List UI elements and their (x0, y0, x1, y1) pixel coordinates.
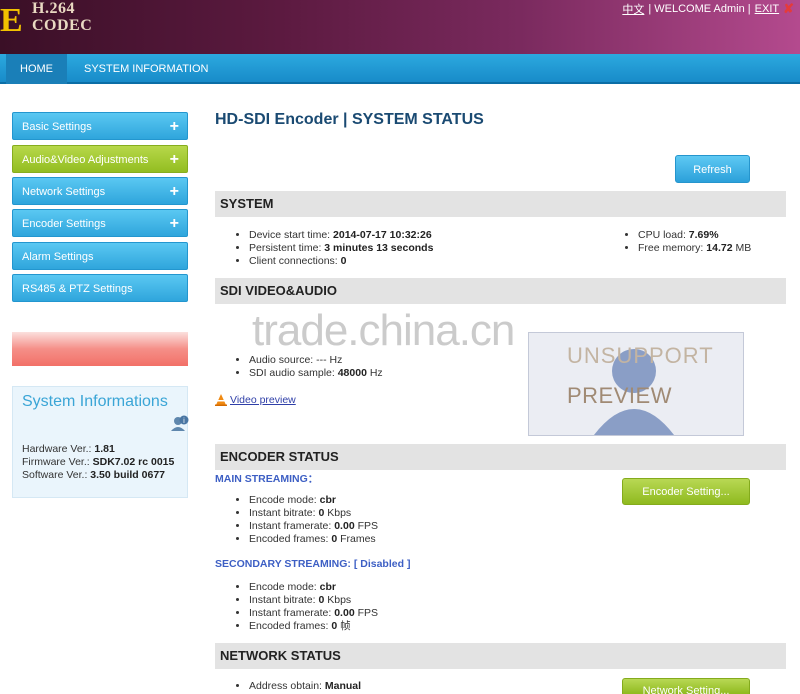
video-preview-label[interactable]: Video preview (230, 394, 296, 406)
sidebar-item-alarm-settings[interactable]: Alarm Settings (12, 242, 188, 270)
sidebar-item-label: Network Settings (22, 186, 106, 198)
sdi-list: Audio source: --- Hz SDI audio sample: 4… (215, 354, 383, 380)
watermark-text: trade.china.cn (252, 306, 515, 355)
list-item: Instant framerate: 0.00 FPS (249, 520, 378, 533)
sidebar-item-label: Encoder Settings (22, 218, 106, 230)
top-nav: HOME SYSTEM INFORMATION (0, 54, 800, 84)
list-item: Encoded frames: 0 帧 (249, 620, 378, 633)
exit-link[interactable]: EXIT (755, 3, 779, 15)
list-item: Encode mode: cbr (249, 494, 378, 507)
main-streaming-label: MAIN STREAMING： (215, 473, 319, 485)
language-link[interactable]: 中文 (622, 1, 644, 17)
list-item: Free memory: 14.72 MB (638, 242, 751, 255)
logo-line-1: H.264 (32, 0, 75, 17)
system-info-title: System Informations (22, 393, 168, 410)
list-item: Instant framerate: 0.00 FPS (249, 607, 378, 620)
sidebar-item-basic-settings[interactable]: Basic Settings + (12, 112, 188, 140)
list-item: Instant bitrate: 0 Kbps (249, 507, 378, 520)
sidebar-item-label: Alarm Settings (22, 251, 94, 263)
hardware-version: Hardware Ver.: 1.81 (22, 443, 115, 455)
list-item: Persistent time: 3 minutes 13 seconds (249, 242, 433, 255)
encoder-setting-button[interactable]: Encoder Setting... (622, 478, 750, 505)
header-banner: E H.264 CODEC 中文 | WELCOME Admin | EXIT … (0, 0, 800, 54)
sidebar-item-rs485-ptz[interactable]: RS485 & PTZ Settings (12, 274, 188, 302)
refresh-button[interactable]: Refresh (675, 155, 750, 183)
secondary-streaming-label: SECONDARY STREAMING: [ Disabled ] (215, 558, 411, 570)
network-list: Address obtain: Manual (215, 680, 361, 693)
firmware-version: Firmware Ver.: SDK7.02 rc 0015 (22, 456, 175, 468)
exit-icon[interactable]: ✘ (783, 1, 794, 17)
tab-system-information[interactable]: SYSTEM INFORMATION (70, 54, 222, 84)
main-stream-list: Encode mode: cbr Instant bitrate: 0 Kbps… (215, 494, 378, 546)
tab-home[interactable]: HOME (6, 54, 67, 84)
page-title: HD-SDI Encoder | SYSTEM STATUS (215, 111, 484, 128)
secondary-stream-list: Encode mode: cbr Instant bitrate: 0 Kbps… (215, 581, 378, 633)
list-item: Address obtain: Manual (249, 680, 361, 693)
video-preview-box: UNSUPPORT PREVIEW (528, 332, 744, 436)
system-list: Device start time: 2014-07-17 10:32:26 P… (215, 229, 433, 268)
list-item: SDI audio sample: 48000 Hz (249, 367, 383, 380)
expand-icon[interactable]: + (170, 178, 179, 206)
preview-text: PREVIEW (567, 383, 672, 408)
list-item: Encode mode: cbr (249, 581, 378, 594)
section-encoder-heading: ENCODER STATUS (215, 444, 786, 470)
section-network-heading: NETWORK STATUS (215, 643, 786, 669)
software-version: Software Ver.: 3.50 build 0677 (22, 469, 166, 481)
section-sdi-heading: SDI VIDEO&AUDIO (215, 278, 786, 304)
user-bar: 中文 | WELCOME Admin | EXIT ✘ (622, 1, 794, 17)
svg-text:i: i (183, 417, 185, 425)
expand-icon[interactable]: + (170, 113, 179, 141)
list-item: CPU load: 7.69% (638, 229, 751, 242)
sidebar-item-network-settings[interactable]: Network Settings + (12, 177, 188, 205)
expand-icon[interactable]: + (170, 146, 179, 174)
sidebar-item-label: RS485 & PTZ Settings (22, 283, 133, 295)
video-preview-link[interactable]: Video preview (215, 394, 296, 406)
user-info-icon: i (171, 415, 189, 431)
list-item: Instant bitrate: 0 Kbps (249, 594, 378, 607)
resource-list: CPU load: 7.69% Free memory: 14.72 MB (604, 229, 751, 255)
section-system-heading: SYSTEM (215, 191, 786, 217)
decorative-banner (12, 332, 188, 366)
sidebar-item-label: Audio&Video Adjustments (22, 154, 149, 166)
welcome-text: | WELCOME Admin | (648, 3, 751, 15)
expand-icon[interactable]: + (170, 210, 179, 238)
system-info-panel: System Informations i Hardware Ver.: 1.8… (12, 386, 189, 498)
preview-text-top: UNSUPPORT (567, 343, 714, 368)
vlc-cone-icon (215, 394, 227, 406)
sidebar-item-audio-video[interactable]: Audio&Video Adjustments + (12, 145, 188, 173)
list-item: Client connections: 0 (249, 255, 433, 268)
logo-letter: E (0, 2, 23, 39)
logo-line-2: CODEC (32, 17, 93, 34)
list-item: Device start time: 2014-07-17 10:32:26 (249, 229, 433, 242)
sidebar-item-label: Basic Settings (22, 121, 92, 133)
network-setting-button[interactable]: Network Setting... (622, 678, 750, 694)
list-item: Encoded frames: 0 Frames (249, 533, 378, 546)
sidebar-item-encoder-settings[interactable]: Encoder Settings + (12, 209, 188, 237)
